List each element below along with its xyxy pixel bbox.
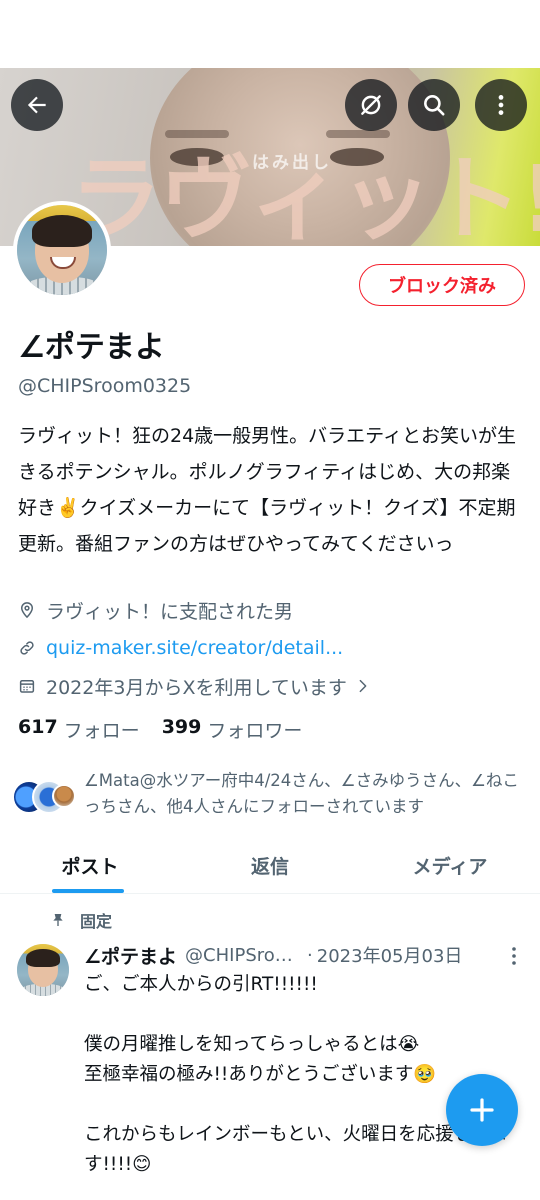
pinned-indicator: 固定 [50, 908, 112, 932]
following-link[interactable]: 617 フォロー [18, 716, 140, 743]
banner-brow-left [165, 130, 229, 138]
grok-button[interactable] [345, 79, 397, 131]
website-row[interactable]: quiz-maker.site/creator/detail... [18, 634, 343, 662]
following-label: フォロー [63, 720, 140, 742]
post-author-name[interactable]: ∠ポテまよ [84, 942, 177, 968]
tab-media[interactable]: メディア [360, 838, 540, 893]
slashed-circle-icon [361, 95, 381, 115]
profile-avatar[interactable] [13, 201, 111, 299]
post-author-handle[interactable]: @CHIPSroom0325 [185, 945, 297, 966]
post-avatar-hair [26, 949, 60, 967]
user-handle: @CHIPSroom0325 [18, 375, 192, 397]
post-line: ご、ご本人からの引RT!!!!!! [84, 974, 318, 995]
display-name: ∠ポテまよ [18, 330, 165, 365]
followed-by-text: ∠Mata@水ツアー府中4/24さん、∠さみゆうさん、∠ねこっちさん、他4人さん… [84, 771, 519, 816]
profile-tabs: ポスト 返信 メディア [0, 838, 540, 894]
post-line: 僕の月曜推しを知ってらっしゃるとは😭 [84, 1034, 420, 1055]
tab-posts[interactable]: ポスト [0, 838, 180, 893]
followers-count: 399 [161, 716, 202, 738]
post-header: ∠ポテまよ @CHIPSroom0325 · 2023年05月03日 [84, 942, 524, 968]
more-button[interactable] [475, 79, 527, 131]
following-count: 617 [18, 716, 58, 738]
pinned-label: 固定 [80, 912, 113, 931]
location-row: ラヴィット！に支配された男 [18, 596, 293, 624]
location-pin-icon [20, 602, 34, 619]
follower-avatar [52, 784, 76, 808]
followed-by-row[interactable]: ∠Mata@水ツアー府中4/24さん、∠さみゆうさん、∠ねこっちさん、他4人さん… [12, 768, 532, 822]
location-text: ラヴィット！に支配された男 [46, 600, 294, 623]
link-icon [20, 641, 34, 655]
banner-title: ラヴィット! [70, 146, 540, 246]
post-avatar[interactable] [17, 944, 69, 996]
post-body[interactable]: ご、ご本人からの引RT!!!!!! 僕の月曜推しを知ってらっしゃるとは😭 至極幸… [84, 970, 530, 1180]
tab-replies[interactable]: 返信 [180, 838, 360, 893]
website-link[interactable]: quiz-maker.site/creator/detail... [46, 637, 343, 659]
avatar-hair [32, 215, 92, 247]
joined-text: 2022年3月からXを利用しています [46, 676, 347, 699]
calendar-icon [19, 680, 35, 693]
compose-post-button[interactable] [446, 1074, 518, 1146]
separator-dot: · [307, 944, 313, 966]
more-vertical-icon [498, 95, 504, 115]
followers-link[interactable]: 399 フォロワー [162, 716, 303, 743]
status-bar-area [0, 0, 540, 68]
follow-counts: 617 フォロー 399 フォロワー [18, 716, 324, 743]
chevron-right-icon [359, 679, 367, 693]
profile-bio: ラヴィット！狂の24歳一般男性。バラエティとお笑いが生きるポテンシャル。ポルノグ… [18, 425, 517, 555]
arrow-left-icon [27, 96, 46, 114]
search-button[interactable] [408, 79, 460, 131]
back-button[interactable] [11, 79, 63, 131]
bottom-fade [0, 1170, 540, 1200]
post-more-icon[interactable] [506, 945, 522, 967]
pin-icon [53, 914, 63, 926]
joined-row[interactable]: 2022年3月からXを利用しています [18, 672, 371, 700]
plus-icon [470, 1098, 494, 1122]
search-icon [424, 95, 445, 116]
followers-label: フォロワー [207, 720, 303, 742]
post-line-gap [84, 1000, 530, 1030]
post-date[interactable]: 2023年05月03日 [317, 942, 463, 968]
banner-brow-right [326, 130, 390, 138]
blocked-button[interactable]: ブロック済み [359, 264, 525, 306]
